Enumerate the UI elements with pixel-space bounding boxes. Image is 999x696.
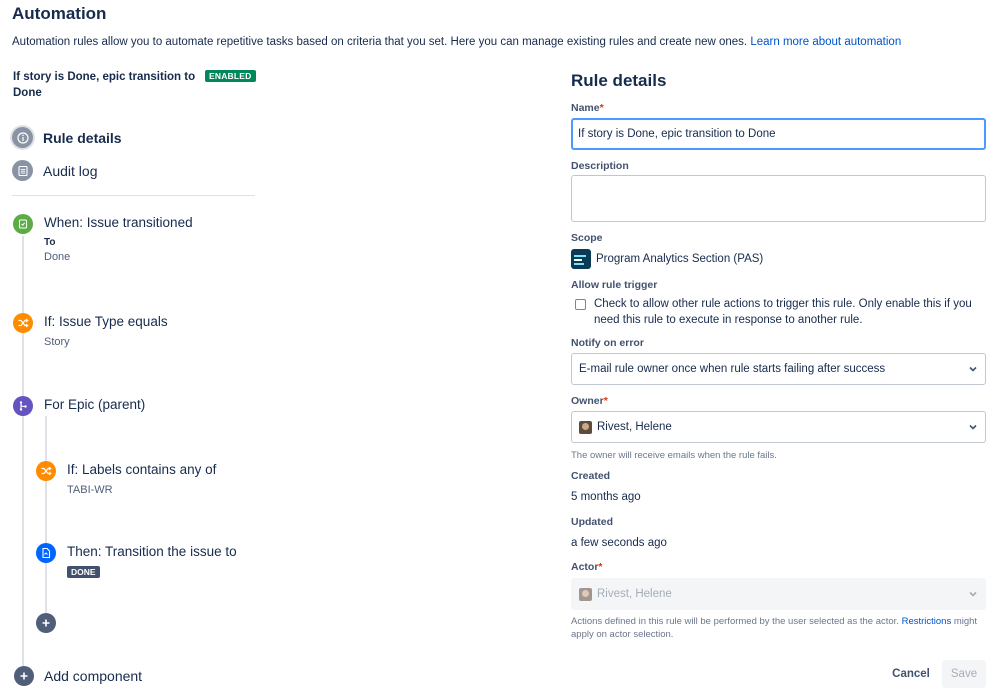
page-description-text: Automation rules allow you to automate r… [12,36,748,48]
component-action-transition[interactable]: Then: Transition the issue to DONE [36,543,237,580]
project-avatar-icon [571,249,591,269]
action-icon [36,543,56,563]
component-title: If: Labels contains any of [67,462,217,477]
component-condition-issue-type[interactable]: If: Issue Type equals Story [13,313,168,348]
component-sub-value: TABI-WR [67,484,113,496]
rule-name: If story is Done, epic transition to Don… [13,71,196,99]
owner-help-text: The owner will receive emails when the r… [571,450,777,461]
scope-label: Scope [571,232,603,244]
nav-audit-log-label: Audit log [43,162,98,179]
page-title: Automation [12,4,107,23]
description-field[interactable] [571,175,986,222]
avatar [579,420,592,434]
allow-trigger-text: Check to allow other rule actions to tri… [594,298,972,326]
chevron-down-icon [969,424,977,430]
notify-select-value: E-mail rule owner once when rule starts … [579,363,886,375]
allow-trigger-checkbox[interactable] [575,299,586,310]
trigger-icon [13,214,33,234]
component-sub-value: Story [44,336,70,348]
branch-icon [13,396,33,416]
plus-icon [14,666,34,686]
actor-select: Rivest, Helene [571,578,986,610]
component-title: When: Issue transitioned [44,215,193,230]
nav-rule-details[interactable]: Rule details [12,127,122,148]
name-label: Name* [571,102,604,114]
plus-icon [42,619,50,627]
status-lozenge: DONE [67,566,100,578]
rule-details-title: Rule details [571,71,667,90]
component-connector [22,236,24,668]
scope-value: Program Analytics Section (PAS) [571,249,763,269]
updated-value: a few seconds ago [571,537,667,549]
add-component-label: Add component [44,668,143,684]
avatar [579,587,592,601]
owner-label: Owner* [571,395,608,407]
component-title: For Epic (parent) [44,397,146,412]
chevron-down-icon [969,366,977,372]
notify-label: Notify on error [571,337,644,349]
nav-divider [12,195,255,196]
restrictions-link[interactable]: Restrictions [902,616,952,627]
name-field[interactable]: If story is Done, epic transition to Don… [571,118,986,150]
add-nested-component-button[interactable] [36,613,56,633]
scope-text: Program Analytics Section (PAS) [596,253,764,265]
condition-shuffle-icon [13,313,33,333]
save-button[interactable]: Save [942,660,986,688]
component-title: Then: Transition the issue to [67,544,237,559]
component-condition-labels[interactable]: If: Labels contains any of TABI-WR [36,461,216,496]
branch-connector [45,416,47,616]
component-title: If: Issue Type equals [44,314,168,329]
info-icon [12,127,33,148]
nav-audit-log[interactable]: Audit log [12,160,97,181]
created-label: Created [571,470,611,482]
list-icon [12,160,33,181]
actor-select-value: Rivest, Helene [579,587,968,601]
owner-name: Rivest, Helene [597,421,672,433]
updated-label: Updated [571,516,613,528]
name-field-value: If story is Done, epic transition to Don… [578,128,776,140]
component-sub-value: Done [44,251,71,263]
component-trigger[interactable]: When: Issue transitioned To Done [13,214,193,263]
component-branch-epic[interactable]: For Epic (parent) [13,396,145,416]
actor-label: Actor* [571,561,603,573]
page-description: Automation rules allow you to automate r… [12,36,901,48]
actor-name: Rivest, Helene [597,588,672,600]
cancel-button[interactable]: Cancel [885,662,937,686]
component-sub-label: To [44,237,56,248]
condition-shuffle-icon [36,461,56,481]
allow-trigger-label: Allow rule trigger [571,279,658,291]
chevron-down-icon [969,591,977,597]
description-label: Description [571,160,629,172]
owner-select[interactable]: Rivest, Helene [571,411,986,443]
notify-select[interactable]: E-mail rule owner once when rule starts … [571,353,986,385]
learn-more-link[interactable]: Learn more about automation [750,36,901,48]
status-badge: ENABLED [205,70,256,82]
actor-help-text: Actions defined in this rule will be per… [571,616,978,640]
nav-rule-details-label: Rule details [43,129,122,146]
created-value: 5 months ago [571,491,641,503]
allow-trigger-row: Check to allow other rule actions to tri… [575,296,992,328]
owner-select-value: Rivest, Helene [579,420,968,434]
add-component-button[interactable]: Add component [14,666,142,686]
